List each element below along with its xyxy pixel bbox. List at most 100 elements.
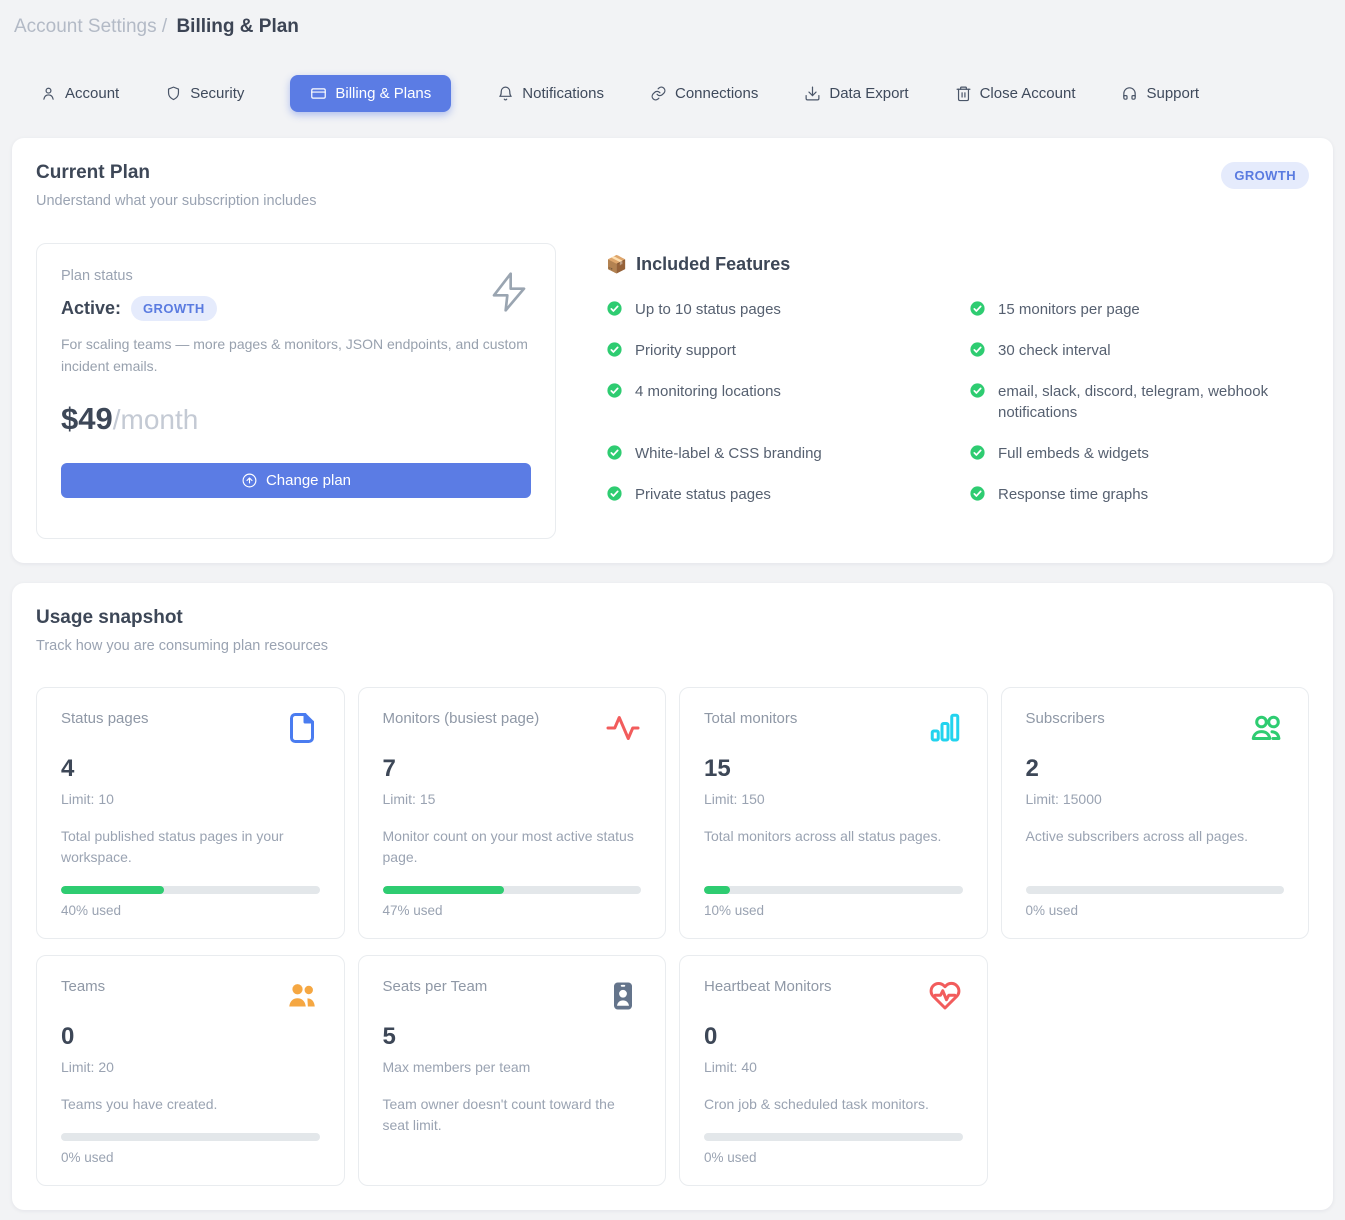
usage-card-limit: Limit: 150	[704, 791, 963, 807]
tab-close-account[interactable]: Close Account	[955, 85, 1076, 102]
tab-account[interactable]: Account	[40, 85, 119, 102]
tab-label: Close Account	[980, 85, 1076, 102]
usage-progress: 40% used	[61, 868, 320, 918]
usage-card-description: Team owner doesn't count toward the seat…	[383, 1094, 642, 1136]
users-filled-icon	[284, 978, 320, 1019]
usage-card-label: Monitors (busiest page)	[383, 710, 540, 727]
feature-label: Response time graphs	[998, 484, 1148, 506]
usage-card-limit: Limit: 15000	[1026, 791, 1285, 807]
tab-connections[interactable]: Connections	[650, 85, 758, 102]
headset-icon	[1121, 85, 1138, 102]
usage-card-value: 7	[383, 755, 642, 783]
progress-fill	[383, 886, 504, 894]
plan-price-period: /month	[113, 404, 199, 435]
change-plan-button[interactable]: Change plan	[61, 463, 531, 498]
percent-used-label: 0% used	[61, 1150, 320, 1165]
tab-label: Support	[1146, 85, 1199, 102]
usage-card-limit: Limit: 10	[61, 791, 320, 807]
feature-item: White-label & CSS branding	[606, 443, 943, 465]
usage-card-value: 5	[383, 1023, 642, 1051]
percent-used-label: 0% used	[1026, 903, 1285, 918]
usage-grid: Status pages 4 Limit: 10 Total published…	[36, 687, 1309, 1186]
progress-fill	[61, 886, 164, 894]
feature-item: Priority support	[606, 340, 943, 362]
usage-card-heartbeat-monitors: Heartbeat Monitors 0 Limit: 40 Cron job …	[679, 955, 988, 1186]
tab-label: Account	[65, 85, 119, 102]
usage-card-monitors-busiest: Monitors (busiest page) 7 Limit: 15 Moni…	[358, 687, 667, 939]
usage-card-limit: Limit: 40	[704, 1059, 963, 1075]
usage-card-description: Cron job & scheduled task monitors.	[704, 1094, 963, 1115]
check-circle-icon	[969, 382, 986, 399]
plan-status-value: Active:	[61, 298, 121, 319]
tab-billing-plans[interactable]: Billing & Plans	[290, 75, 451, 112]
feature-label: 30 check interval	[998, 340, 1111, 362]
feature-label: Up to 10 status pages	[635, 299, 781, 321]
included-features: 📦 Included Features Up to 10 status page…	[606, 243, 1309, 539]
bar-chart-icon	[927, 710, 963, 751]
usage-card-label: Status pages	[61, 710, 149, 727]
usage-card-value: 15	[704, 755, 963, 783]
person-icon	[40, 85, 57, 102]
link-icon	[650, 85, 667, 102]
settings-tab-bar: Account Security Billing & Plans Notific…	[40, 75, 1333, 112]
check-circle-icon	[969, 444, 986, 461]
check-circle-icon	[606, 341, 623, 358]
progress-track	[61, 886, 320, 894]
usage-snapshot-section: Usage snapshot Track how you are consumi…	[12, 583, 1333, 1210]
plan-status-badge: GROWTH	[131, 296, 217, 321]
tab-label: Billing & Plans	[335, 85, 431, 102]
tab-support[interactable]: Support	[1121, 85, 1199, 102]
billing-page: Account Settings / Billing & Plan Accoun…	[0, 0, 1345, 1220]
feature-label: Private status pages	[635, 484, 771, 506]
feature-item: Response time graphs	[969, 484, 1306, 506]
included-features-heading: Included Features	[636, 254, 790, 275]
check-circle-icon	[606, 444, 623, 461]
feature-label: email, slack, discord, telegram, webhook…	[998, 381, 1306, 425]
lightning-icon	[489, 270, 529, 319]
users-outline-icon	[1248, 710, 1284, 751]
progress-fill	[704, 886, 730, 894]
feature-item: Full embeds & widgets	[969, 443, 1306, 465]
feature-label: Full embeds & widgets	[998, 443, 1149, 465]
activity-icon	[605, 710, 641, 751]
file-icon	[284, 710, 320, 751]
breadcrumb: Account Settings / Billing & Plan	[12, 0, 1333, 38]
heart-pulse-icon	[927, 978, 963, 1019]
usage-card-total-monitors: Total monitors 15 Limit: 150 Total monit…	[679, 687, 988, 939]
tab-label: Data Export	[829, 85, 908, 102]
feature-item: 15 monitors per page	[969, 299, 1306, 321]
tab-label: Notifications	[522, 85, 604, 102]
features-grid: Up to 10 status pages Priority support 4…	[606, 299, 1306, 506]
plan-status-card: Plan status Active: GROWTH For scaling t…	[36, 243, 556, 539]
arrow-up-circle-icon	[241, 472, 258, 489]
percent-used-label: 10% used	[704, 903, 963, 918]
usage-card-label: Seats per Team	[383, 978, 488, 995]
usage-card-teams: Teams 0 Limit: 20 Teams you have created…	[36, 955, 345, 1186]
usage-card-value: 0	[61, 1023, 320, 1051]
percent-used-label: 40% used	[61, 903, 320, 918]
tab-security[interactable]: Security	[165, 85, 244, 102]
feature-item: 4 monitoring locations	[606, 381, 943, 425]
current-plan-section: Current Plan Understand what your subscr…	[12, 138, 1333, 563]
usage-card-description: Total published status pages in your wor…	[61, 826, 320, 868]
breadcrumb-section[interactable]: Account Settings /	[14, 16, 167, 37]
usage-subtitle: Track how you are consuming plan resourc…	[36, 638, 1309, 654]
usage-title: Usage snapshot	[36, 607, 1309, 629]
change-plan-label: Change plan	[266, 472, 351, 489]
tab-data-export[interactable]: Data Export	[804, 85, 908, 102]
current-plan-subtitle: Understand what your subscription includ…	[36, 193, 316, 209]
empty-grid-cell	[1001, 955, 1310, 1186]
usage-card-label: Total monitors	[704, 710, 797, 727]
tab-notifications[interactable]: Notifications	[497, 85, 604, 102]
usage-card-description: Total monitors across all status pages.	[704, 826, 963, 847]
percent-used-label: 0% used	[704, 1150, 963, 1165]
usage-card-seats-per-team: Seats per Team 5 Max members per team Te…	[358, 955, 667, 1186]
usage-card-label: Heartbeat Monitors	[704, 978, 832, 995]
usage-card-limit: Limit: 20	[61, 1059, 320, 1075]
feature-label: White-label & CSS branding	[635, 443, 822, 465]
check-circle-icon	[606, 382, 623, 399]
check-circle-icon	[606, 485, 623, 502]
tab-label: Connections	[675, 85, 758, 102]
usage-card-limit: Max members per team	[383, 1059, 642, 1075]
usage-card-limit: Limit: 15	[383, 791, 642, 807]
